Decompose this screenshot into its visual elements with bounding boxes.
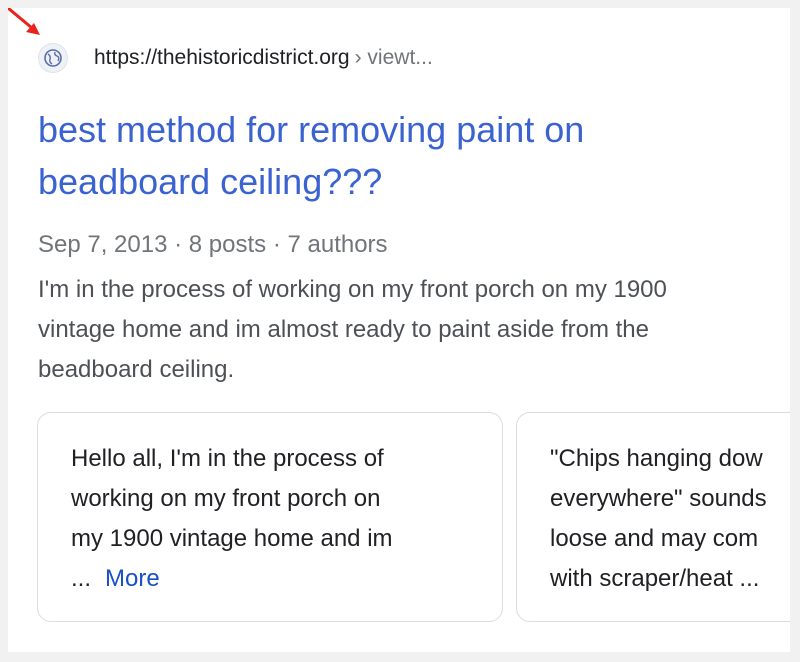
post-text-line: working on my front porch on: [71, 485, 381, 512]
post-text-line: "Chips hanging dow: [550, 445, 763, 472]
post-text-line: my 1900 vintage home and im: [71, 525, 393, 552]
result-breadcrumb[interactable]: › viewt...: [355, 46, 433, 70]
globe-icon: [38, 43, 68, 73]
more-link[interactable]: More: [105, 565, 160, 592]
post-text-line: loose and may com: [550, 525, 759, 552]
post-text-line: Hello all, I'm in the process of: [71, 445, 384, 472]
site-info[interactable]: https://thehistoricdistrict.org › viewt.…: [38, 38, 433, 78]
result-snippet: I'm in the process of working on my fron…: [38, 276, 667, 383]
forum-post-card[interactable]: "Chips hanging dow everywhere" sounds lo…: [516, 412, 790, 622]
ellipsis: ...: [71, 565, 92, 592]
forum-post-card[interactable]: Hello all, I'm in the process of working…: [37, 412, 503, 622]
result-title-link[interactable]: best method for removing paint on beadbo…: [38, 104, 758, 208]
post-text-line: with scraper/heat ...: [550, 565, 760, 592]
result-meta: Sep 7, 2013 · 8 posts · 7 authors: [38, 231, 388, 258]
post-text-line: everywhere" sounds: [550, 485, 767, 512]
result-title-line2[interactable]: beadboard ceiling???: [38, 161, 382, 202]
result-title-line1[interactable]: best method for removing paint on: [38, 109, 584, 150]
search-result-card: https://thehistoricdistrict.org › viewt.…: [8, 8, 790, 652]
result-url[interactable]: https://thehistoricdistrict.org: [94, 46, 350, 70]
post-text-line: ... More: [71, 559, 470, 599]
